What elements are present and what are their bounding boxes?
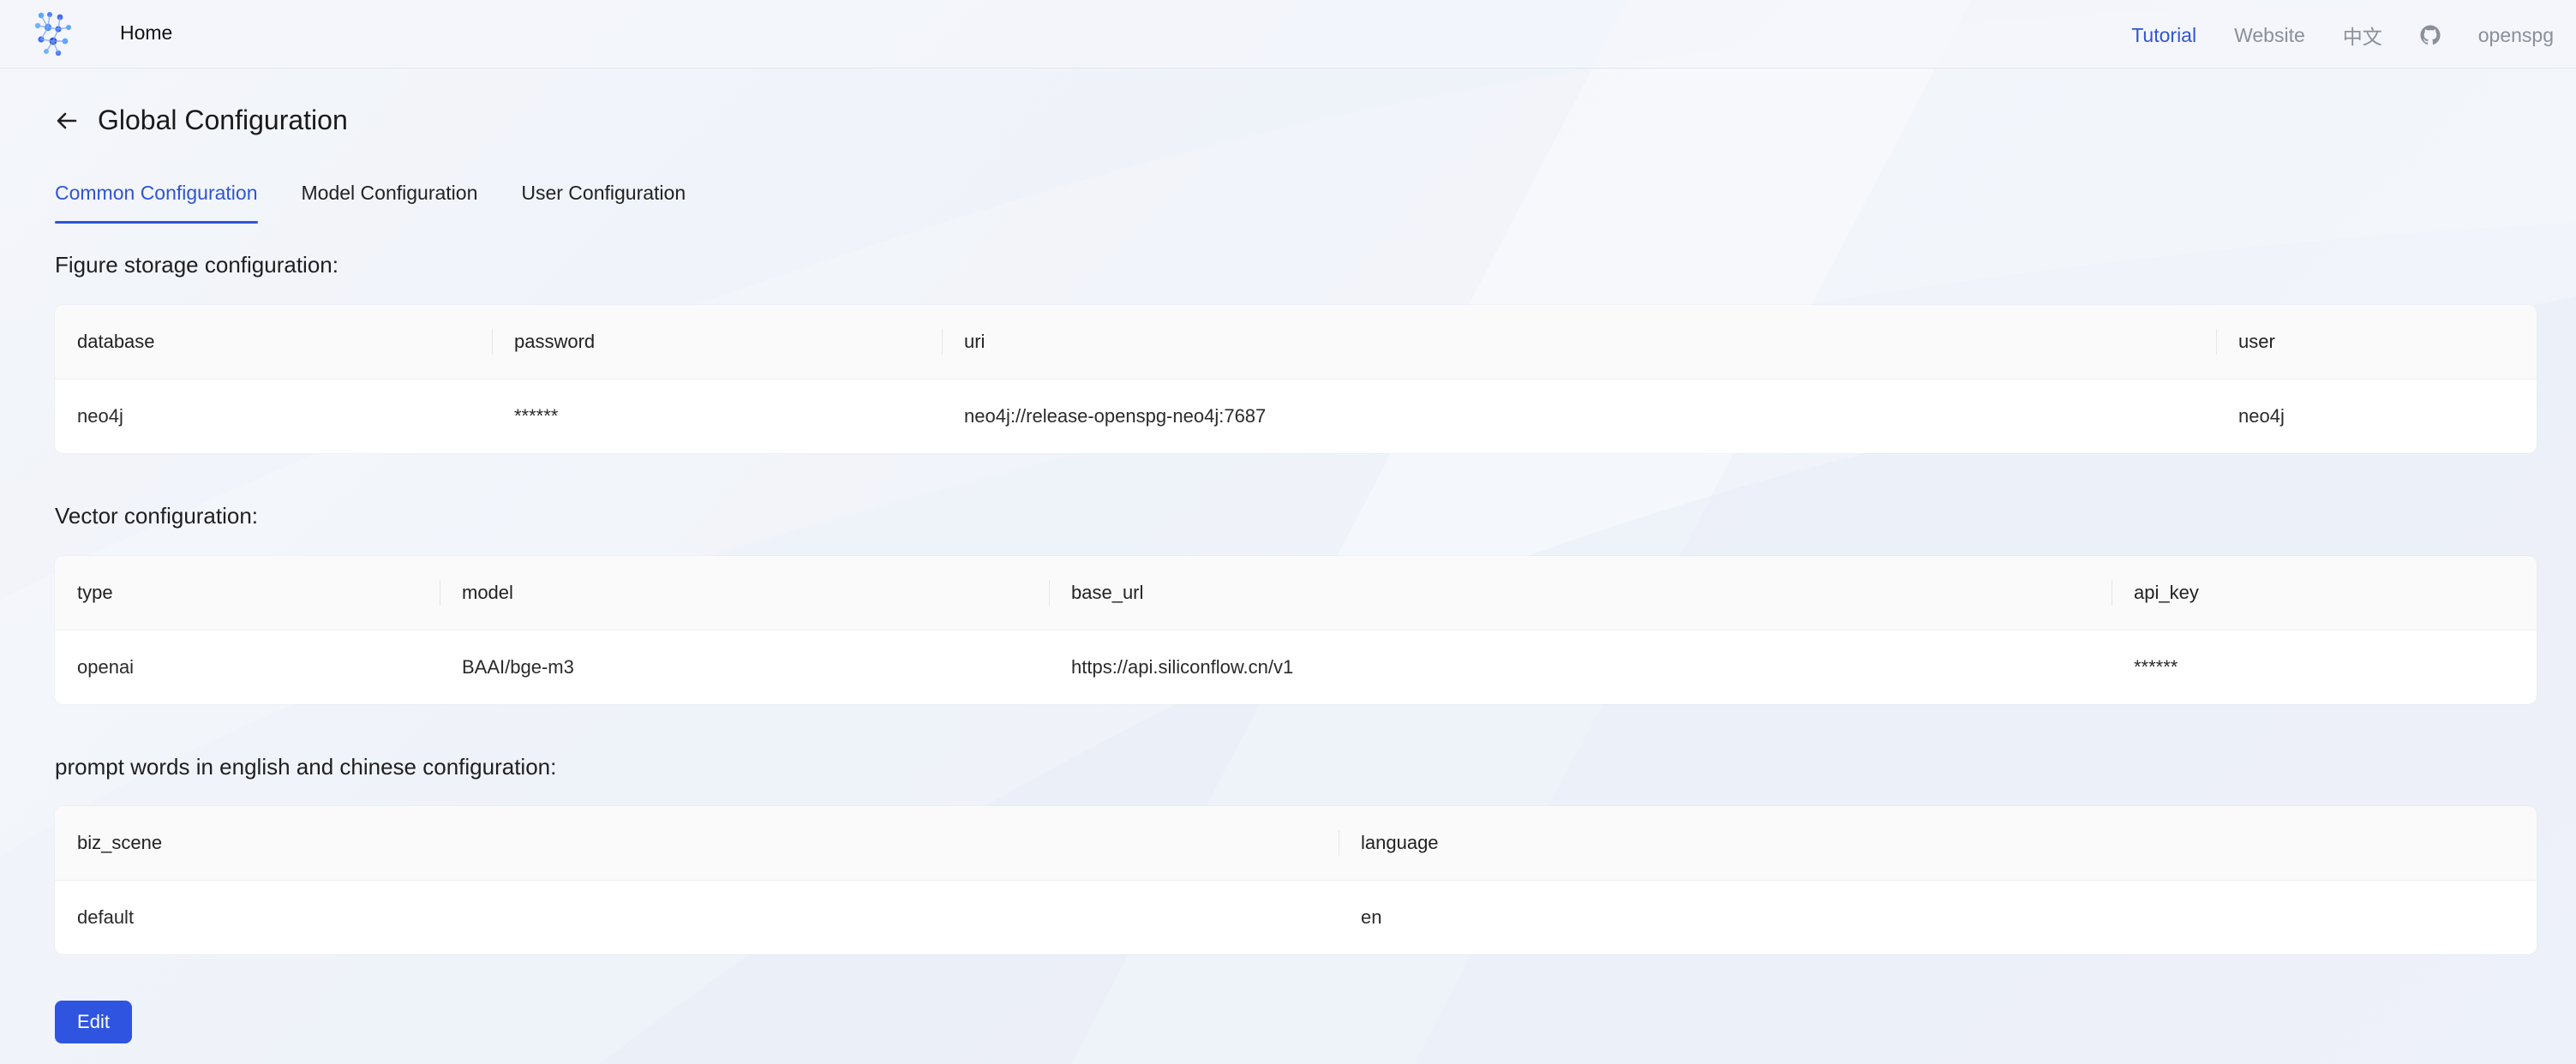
table-cell: default [77,906,135,928]
table-cell: en [1361,906,1382,928]
nav-website-link[interactable]: Website [2234,24,2305,47]
column-header: uri [942,305,2216,379]
top-right-nav: Tutorial Website 中文 openspg [2131,21,2554,50]
column-header: biz_scene [77,832,163,853]
table-cell: neo4j [77,405,123,427]
tab-user-configuration[interactable]: User Configuration [521,182,686,224]
openspg-logo-icon[interactable] [29,9,79,58]
table-header-row: biz_scene language [55,806,2537,881]
prompt-table: biz_scene language default en [55,806,2537,954]
figure-storage-table: database password uri user neo4j ****** … [55,305,2537,453]
table-cell: BAAI/bge-m3 [462,656,574,678]
table-row: neo4j ****** neo4j://release-openspg-neo… [55,380,2537,453]
figure-storage-section-title: Figure storage configuration: [55,252,338,278]
tab-model-configuration[interactable]: Model Configuration [302,182,478,224]
table-cell: neo4j [2238,405,2285,427]
table-cell: neo4j://release-openspg-neo4j:7687 [964,405,1267,427]
column-header: database [77,331,155,352]
column-header: model [440,556,1049,630]
table-cell: https://api.siliconflow.cn/v1 [1071,656,1294,678]
column-header: password [492,305,942,379]
table-header-row: type model base_url api_key [55,556,2537,631]
github-icon[interactable] [2420,25,2441,45]
user-name-link[interactable]: openspg [2478,24,2554,47]
prompt-section-title: prompt words in english and chinese conf… [55,754,557,780]
table-header-row: database password uri user [55,305,2537,380]
table-row: default en [55,881,2537,954]
language-switch-link[interactable]: 中文 [2343,21,2382,50]
vector-table: type model base_url api_key openai BAAI/… [55,556,2537,704]
column-header: user [2216,305,2537,379]
table-cell: ****** [514,405,559,427]
arrow-left-icon[interactable] [53,107,81,134]
column-header: language [1339,806,2537,880]
nav-home-link[interactable]: Home [120,21,172,45]
page-header: Global Configuration [53,105,348,136]
table-row: openai BAAI/bge-m3 https://api.siliconfl… [55,631,2537,704]
column-header: type [77,582,113,603]
vector-section-title: Vector configuration: [55,503,259,529]
tab-common-configuration[interactable]: Common Configuration [55,182,258,224]
column-header: api_key [2112,556,2537,630]
top-navigation-bar: Home Tutorial Website 中文 openspg [0,0,2576,69]
edit-button[interactable]: Edit [55,1001,132,1043]
column-header: base_url [1049,556,2112,630]
table-cell: ****** [2134,656,2178,678]
table-cell: openai [77,656,135,678]
nav-tutorial-link[interactable]: Tutorial [2131,24,2196,47]
config-tabs: Common Configuration Model Configuration… [55,182,686,224]
page-title: Global Configuration [98,105,348,135]
